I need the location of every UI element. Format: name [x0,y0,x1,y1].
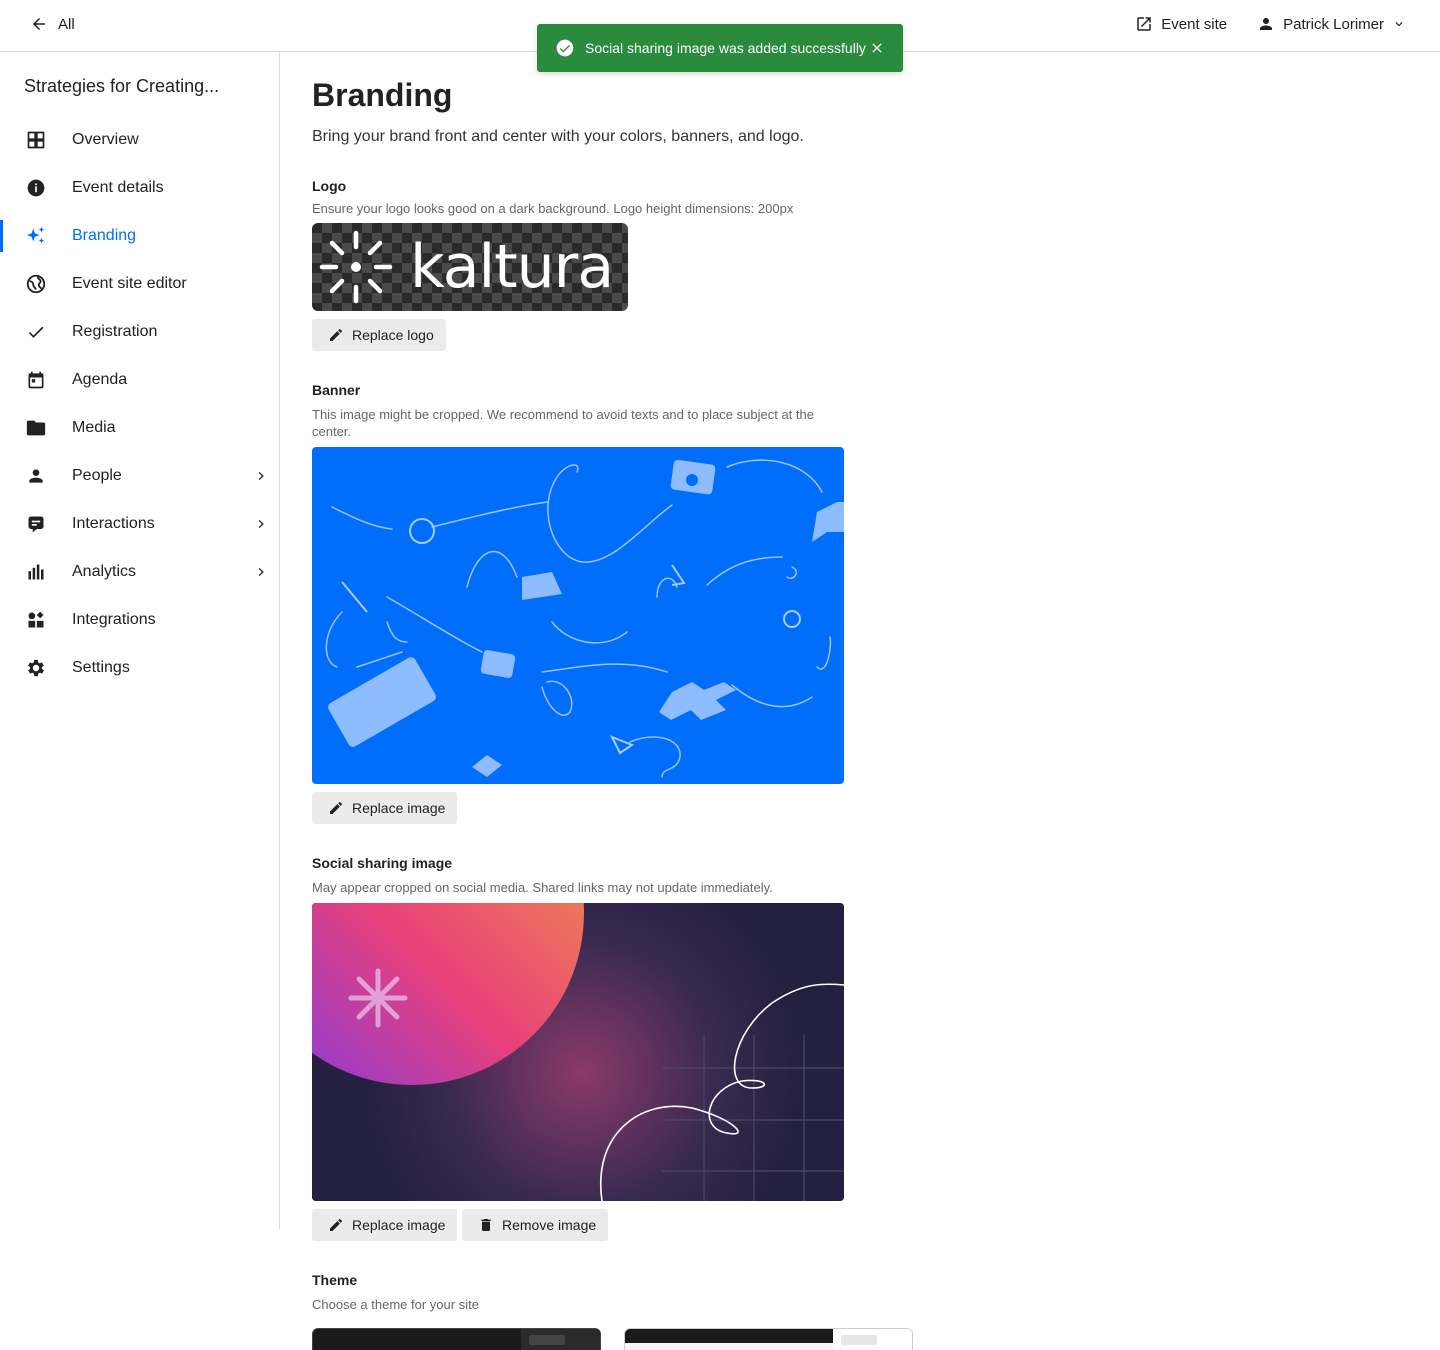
bar-chart-icon [24,560,48,584]
event-title: Strategies for Creating... [24,76,220,96]
globe-icon [24,272,48,296]
sidebar-item-label: Event site editor [72,275,187,292]
logo-wordmark: kaltura [410,232,614,302]
sparkles-icon [24,224,48,248]
sidebar-item-settings[interactable]: Settings [0,644,279,692]
sidebar-item-label: Branding [72,227,137,244]
sidebar-item-label: People [72,467,122,484]
sidebar-item-overview[interactable]: Overview [0,116,279,164]
replace-logo-label: Replace logo [352,327,434,343]
check-icon [24,320,48,344]
sidebar: Strategies for Creating... Overview Even… [0,52,280,1229]
remove-social-image-label: Remove image [502,1217,597,1233]
page-description: Bring your brand front and center with y… [312,128,804,145]
theme-option-dark[interactable] [312,1328,601,1350]
chevron-right-icon [258,568,264,576]
replace-banner-label: Replace image [352,800,446,816]
social-illustration [312,903,844,1201]
theme-light-pill [841,1335,877,1345]
social-section-description: May appear cropped on social media. Shar… [312,880,773,895]
grid-icon [24,128,48,152]
sidebar-item-integrations[interactable]: Integrations [0,596,279,644]
info-icon [24,176,48,200]
chevron-right-icon [258,472,264,480]
sidebar-item-label: Interactions [72,515,155,532]
theme-light-bar [625,1329,833,1343]
theme-section-title: Theme [312,1272,358,1288]
pencil-icon [330,329,342,341]
back-to-all-link[interactable]: All [30,15,75,33]
sidebar-item-label: Event details [72,179,164,196]
sidebar-item-event-site-editor[interactable]: Event site editor [0,260,279,308]
sidebar-item-label: Overview [72,131,139,148]
sidebar-item-people[interactable]: People [0,452,279,500]
theme-section-description: Choose a theme for your site [312,1297,479,1312]
sidebar-item-media[interactable]: Media [0,404,279,452]
page-title: Branding [312,77,453,113]
widgets-icon [24,608,48,632]
toast-close-button[interactable] [869,40,885,56]
replace-banner-button[interactable]: Replace image [312,792,458,824]
sidebar-item-agenda[interactable]: Agenda [0,356,279,404]
banner-image [312,447,844,784]
sidebar-item-interactions[interactable]: Interactions [0,500,279,548]
banner-section-description: This image might be cropped. We recommen… [312,407,814,439]
sidebar-item-label: Integrations [72,611,156,628]
sidebar-item-event-details[interactable]: Event details [0,164,279,212]
theme-dark-pill [529,1335,565,1345]
calendar-icon [24,368,48,392]
sidebar-item-label: Media [72,419,116,436]
replace-social-image-button[interactable]: Replace image [312,1209,458,1241]
chat-icon [24,512,48,536]
replace-social-image-label: Replace image [352,1217,446,1233]
folder-icon [24,416,48,440]
logo-section-description: Ensure your logo looks good on a dark ba… [312,201,794,216]
sidebar-item-analytics[interactable]: Analytics [0,548,279,596]
toast-message: Social sharing image was added successfu… [585,40,866,56]
replace-logo-button[interactable]: Replace logo [312,319,446,351]
sidebar-item-branding[interactable]: Branding [0,212,279,260]
social-section-title: Social sharing image [312,855,453,871]
user-name: Patrick Lorimer [1283,15,1384,33]
arrow-left-icon [33,18,45,30]
external-link-icon [1137,17,1152,31]
person-icon [1260,18,1273,30]
pencil-icon [330,1219,342,1231]
sidebar-nav: Overview Event details Branding Event si… [0,116,279,692]
sidebar-item-registration[interactable]: Registration [0,308,279,356]
close-icon [872,43,882,53]
success-toast: Social sharing image was added successfu… [537,24,903,72]
event-site-link[interactable]: Event site [1135,15,1227,33]
gear-icon [24,656,48,680]
theme-option-light[interactable] [624,1328,913,1350]
check-circle-icon [556,39,574,57]
chevron-down-icon [1395,22,1403,27]
sidebar-item-label: Analytics [72,563,137,580]
pencil-icon [330,802,342,814]
person-icon [24,464,48,488]
social-sharing-image [312,903,844,1201]
sidebar-item-label: Settings [72,659,130,676]
user-menu[interactable]: Patrick Lorimer [1257,15,1406,33]
back-label: All [58,15,75,33]
chevron-right-icon [258,520,264,528]
remove-social-image-button[interactable]: Remove image [462,1209,609,1241]
logo-section-title: Logo [312,178,347,194]
event-site-label: Event site [1161,15,1228,33]
banner-section-title: Banner [312,382,361,398]
logo-preview: kaltura [312,223,628,311]
banner-illustration [325,459,844,778]
sidebar-item-label: Registration [72,323,158,340]
sidebar-item-label: Agenda [72,371,128,388]
trash-icon [481,1219,491,1231]
